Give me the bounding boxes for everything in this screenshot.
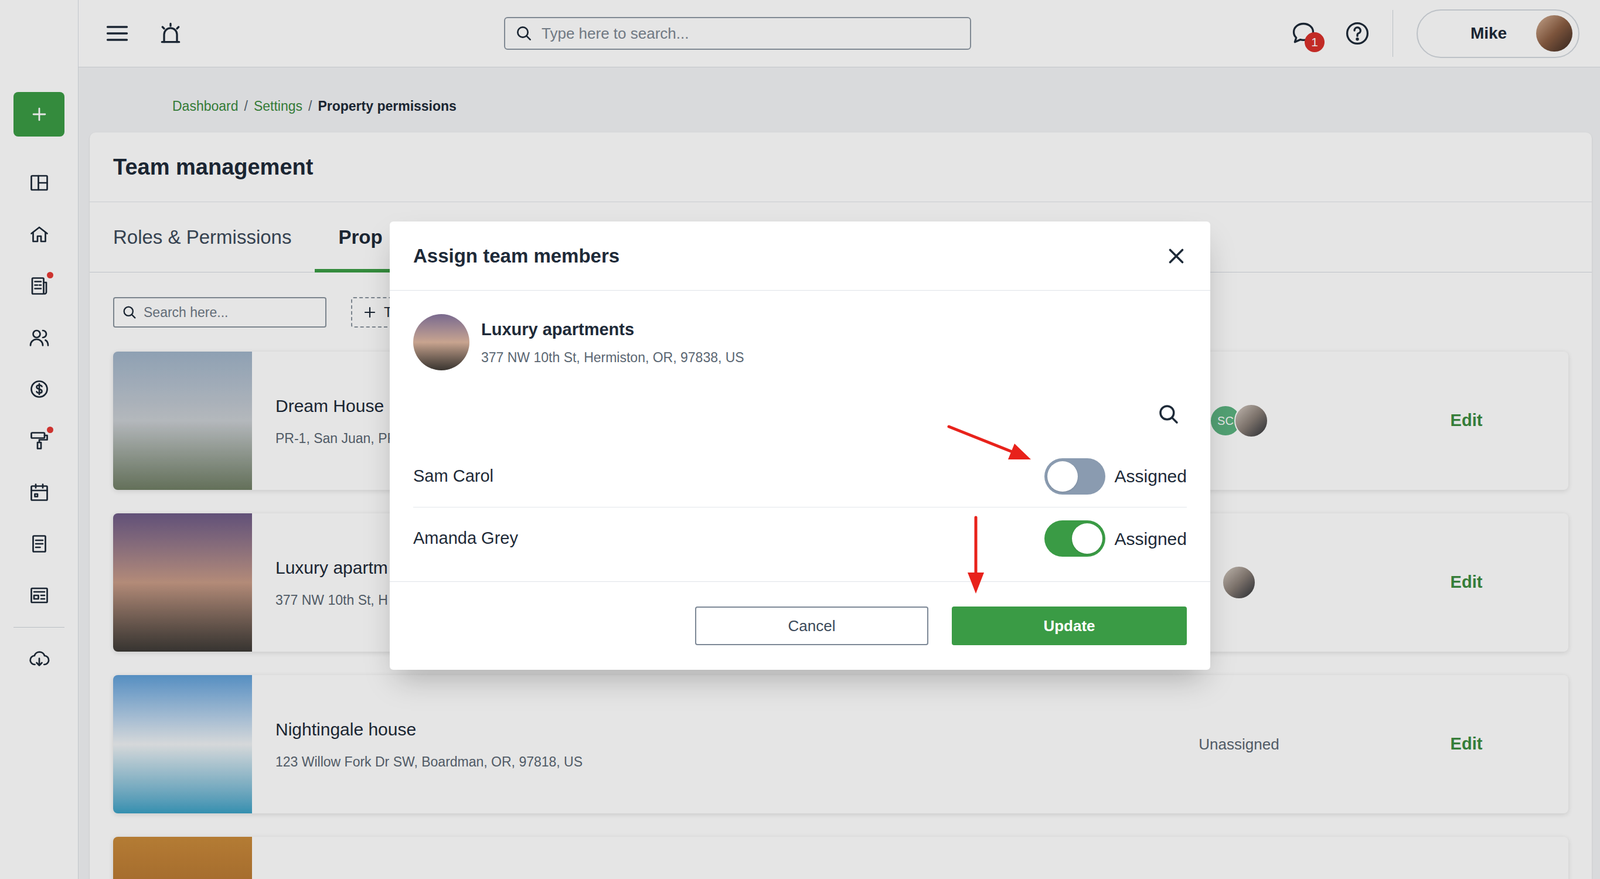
property-address: 377 NW 10th St, Hermiston, OR, 97838, US — [481, 347, 745, 369]
modal-title: Assign team members — [413, 241, 620, 271]
cancel-button[interactable]: Cancel — [695, 606, 929, 646]
member-row: Amanda Grey Assigned — [413, 507, 1187, 570]
member-name: Amanda Grey — [413, 525, 519, 552]
assign-modal: Assign team members Luxury apartments 37… — [389, 221, 1211, 670]
search-icon[interactable] — [1156, 402, 1181, 427]
property-avatar — [413, 314, 470, 371]
property-name: Luxury apartments — [481, 317, 745, 343]
toggle-knob — [1071, 523, 1103, 554]
member-list: Sam Carol Assigned Amanda Grey Assigned — [389, 445, 1211, 582]
member-name: Sam Carol — [413, 463, 494, 490]
arrow-icon — [948, 426, 1031, 460]
toggle-label: Assigned — [1114, 525, 1187, 553]
toggle-knob — [1047, 461, 1078, 492]
update-button[interactable]: Update — [951, 606, 1187, 646]
arrow-icon — [967, 517, 985, 594]
assign-toggle[interactable] — [1044, 520, 1106, 557]
member-row: Sam Carol Assigned — [413, 445, 1187, 508]
assign-toggle[interactable] — [1044, 458, 1106, 495]
toggle-label: Assigned — [1114, 463, 1187, 490]
close-icon[interactable] — [1165, 245, 1187, 267]
